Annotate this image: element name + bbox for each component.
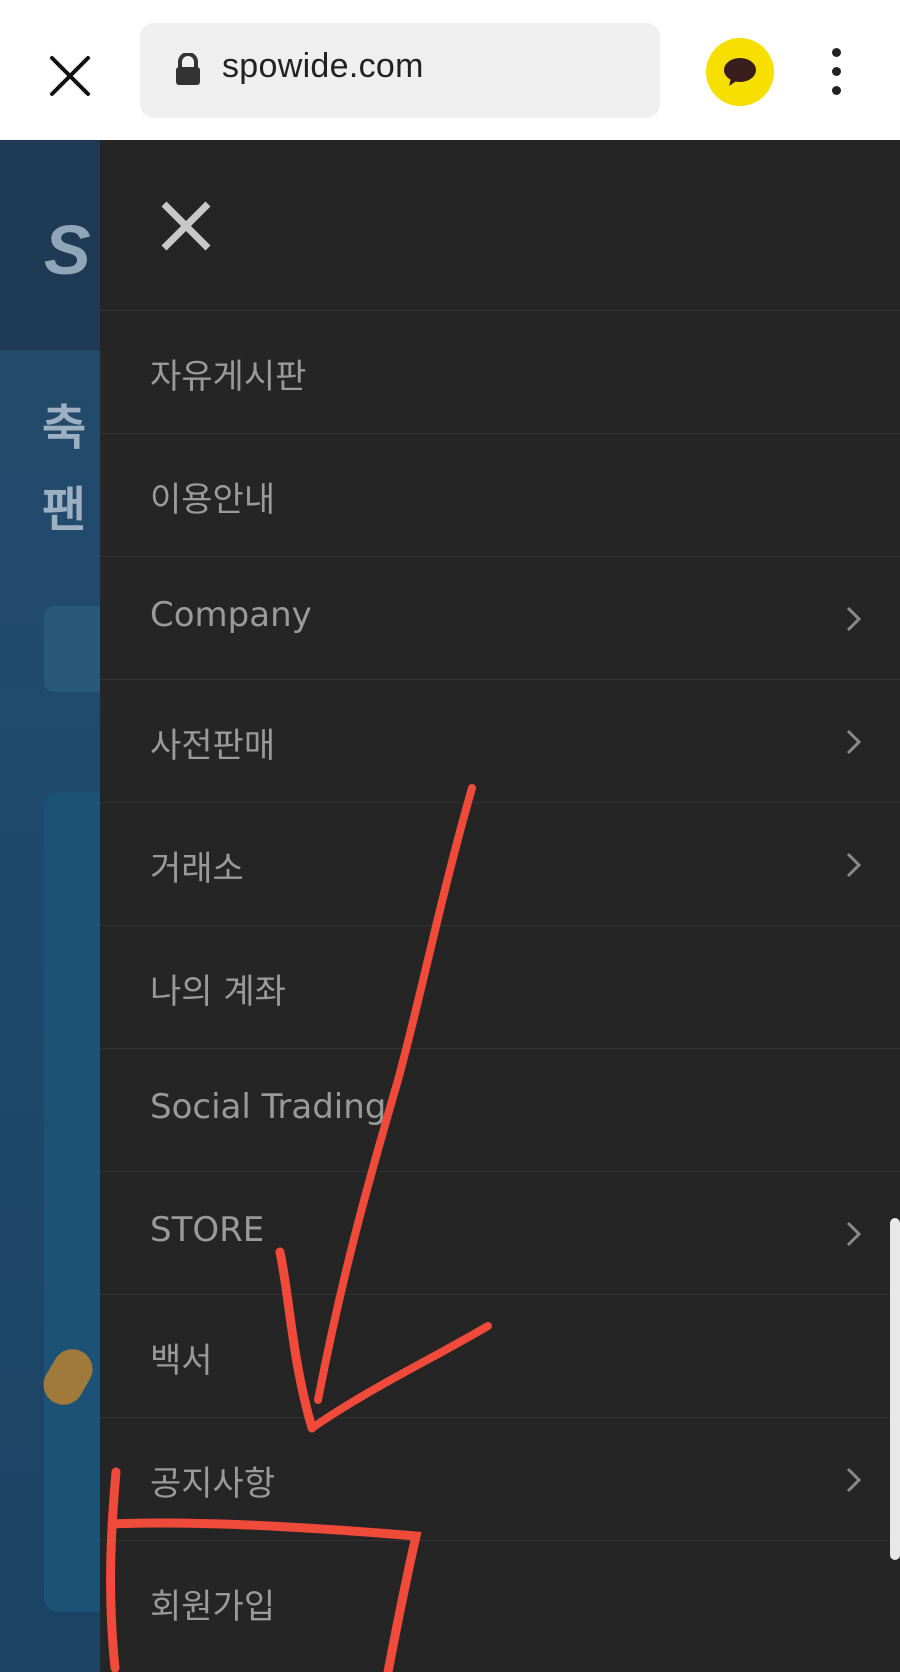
chevron-right-icon — [846, 852, 862, 878]
menu-item-label: 거래소 — [150, 849, 244, 889]
menu-item-signup[interactable]: 회원가입 — [100, 1541, 900, 1663]
background-button — [44, 606, 100, 692]
menu-item-label: 이용안내 — [150, 480, 276, 520]
menu-item-label: Social Trading — [150, 1087, 387, 1127]
background-page: S 축 팬 — [0, 140, 100, 1672]
menu-item-label: 공지사항 — [150, 1464, 276, 1504]
menu-item-label: 회원가입 — [150, 1587, 276, 1627]
address-bar[interactable]: spowide.com — [140, 23, 660, 118]
background-title-line2: 팬 — [42, 482, 87, 538]
menu-item-notice[interactable]: 공지사항 — [100, 1418, 900, 1541]
close-icon[interactable] — [44, 50, 96, 102]
menu-item-social-trading[interactable]: Social Trading — [100, 1049, 900, 1172]
nav-menu: 자유게시판 이용안내 Company 사전판매 거래소 나의 계좌 Social… — [100, 310, 900, 1663]
chevron-right-icon — [846, 729, 862, 755]
kakao-chat-button[interactable] — [706, 38, 774, 106]
menu-item-label: STORE — [150, 1210, 265, 1250]
browser-toolbar: spowide.com — [0, 0, 900, 140]
url-text: spowide.com — [222, 47, 424, 85]
menu-item-company[interactable]: Company — [100, 557, 900, 680]
chevron-right-icon — [846, 1467, 862, 1493]
chat-bubble-icon — [724, 58, 756, 86]
nav-drawer: 자유게시판 이용안내 Company 사전판매 거래소 나의 계좌 Social… — [100, 140, 900, 1672]
chevron-right-icon — [846, 606, 862, 632]
background-header: S — [0, 140, 100, 350]
menu-item-label: 자유게시판 — [150, 357, 307, 397]
menu-item-label: 백서 — [150, 1341, 213, 1381]
menu-item-my-account[interactable]: 나의 계좌 — [100, 926, 900, 1049]
scrollbar[interactable] — [890, 1218, 900, 1560]
menu-item-label: 나의 계좌 — [150, 972, 286, 1012]
close-icon[interactable] — [158, 198, 214, 254]
chevron-right-icon — [846, 1221, 862, 1247]
menu-item-store[interactable]: STORE — [100, 1172, 900, 1295]
background-logo: S — [44, 211, 91, 289]
menu-item-label: 사전판매 — [150, 726, 276, 766]
lock-icon — [174, 52, 202, 87]
menu-item-free-board[interactable]: 자유게시판 — [100, 311, 900, 434]
menu-item-presale[interactable]: 사전판매 — [100, 680, 900, 803]
menu-item-guide[interactable]: 이용안내 — [100, 434, 900, 557]
menu-item-label: Company — [150, 595, 312, 635]
background-title-line1: 축 — [42, 400, 87, 456]
background-panel — [44, 792, 100, 1612]
menu-item-exchange[interactable]: 거래소 — [100, 803, 900, 926]
more-vert-icon[interactable] — [822, 48, 850, 98]
menu-item-whitepaper[interactable]: 백서 — [100, 1295, 900, 1418]
